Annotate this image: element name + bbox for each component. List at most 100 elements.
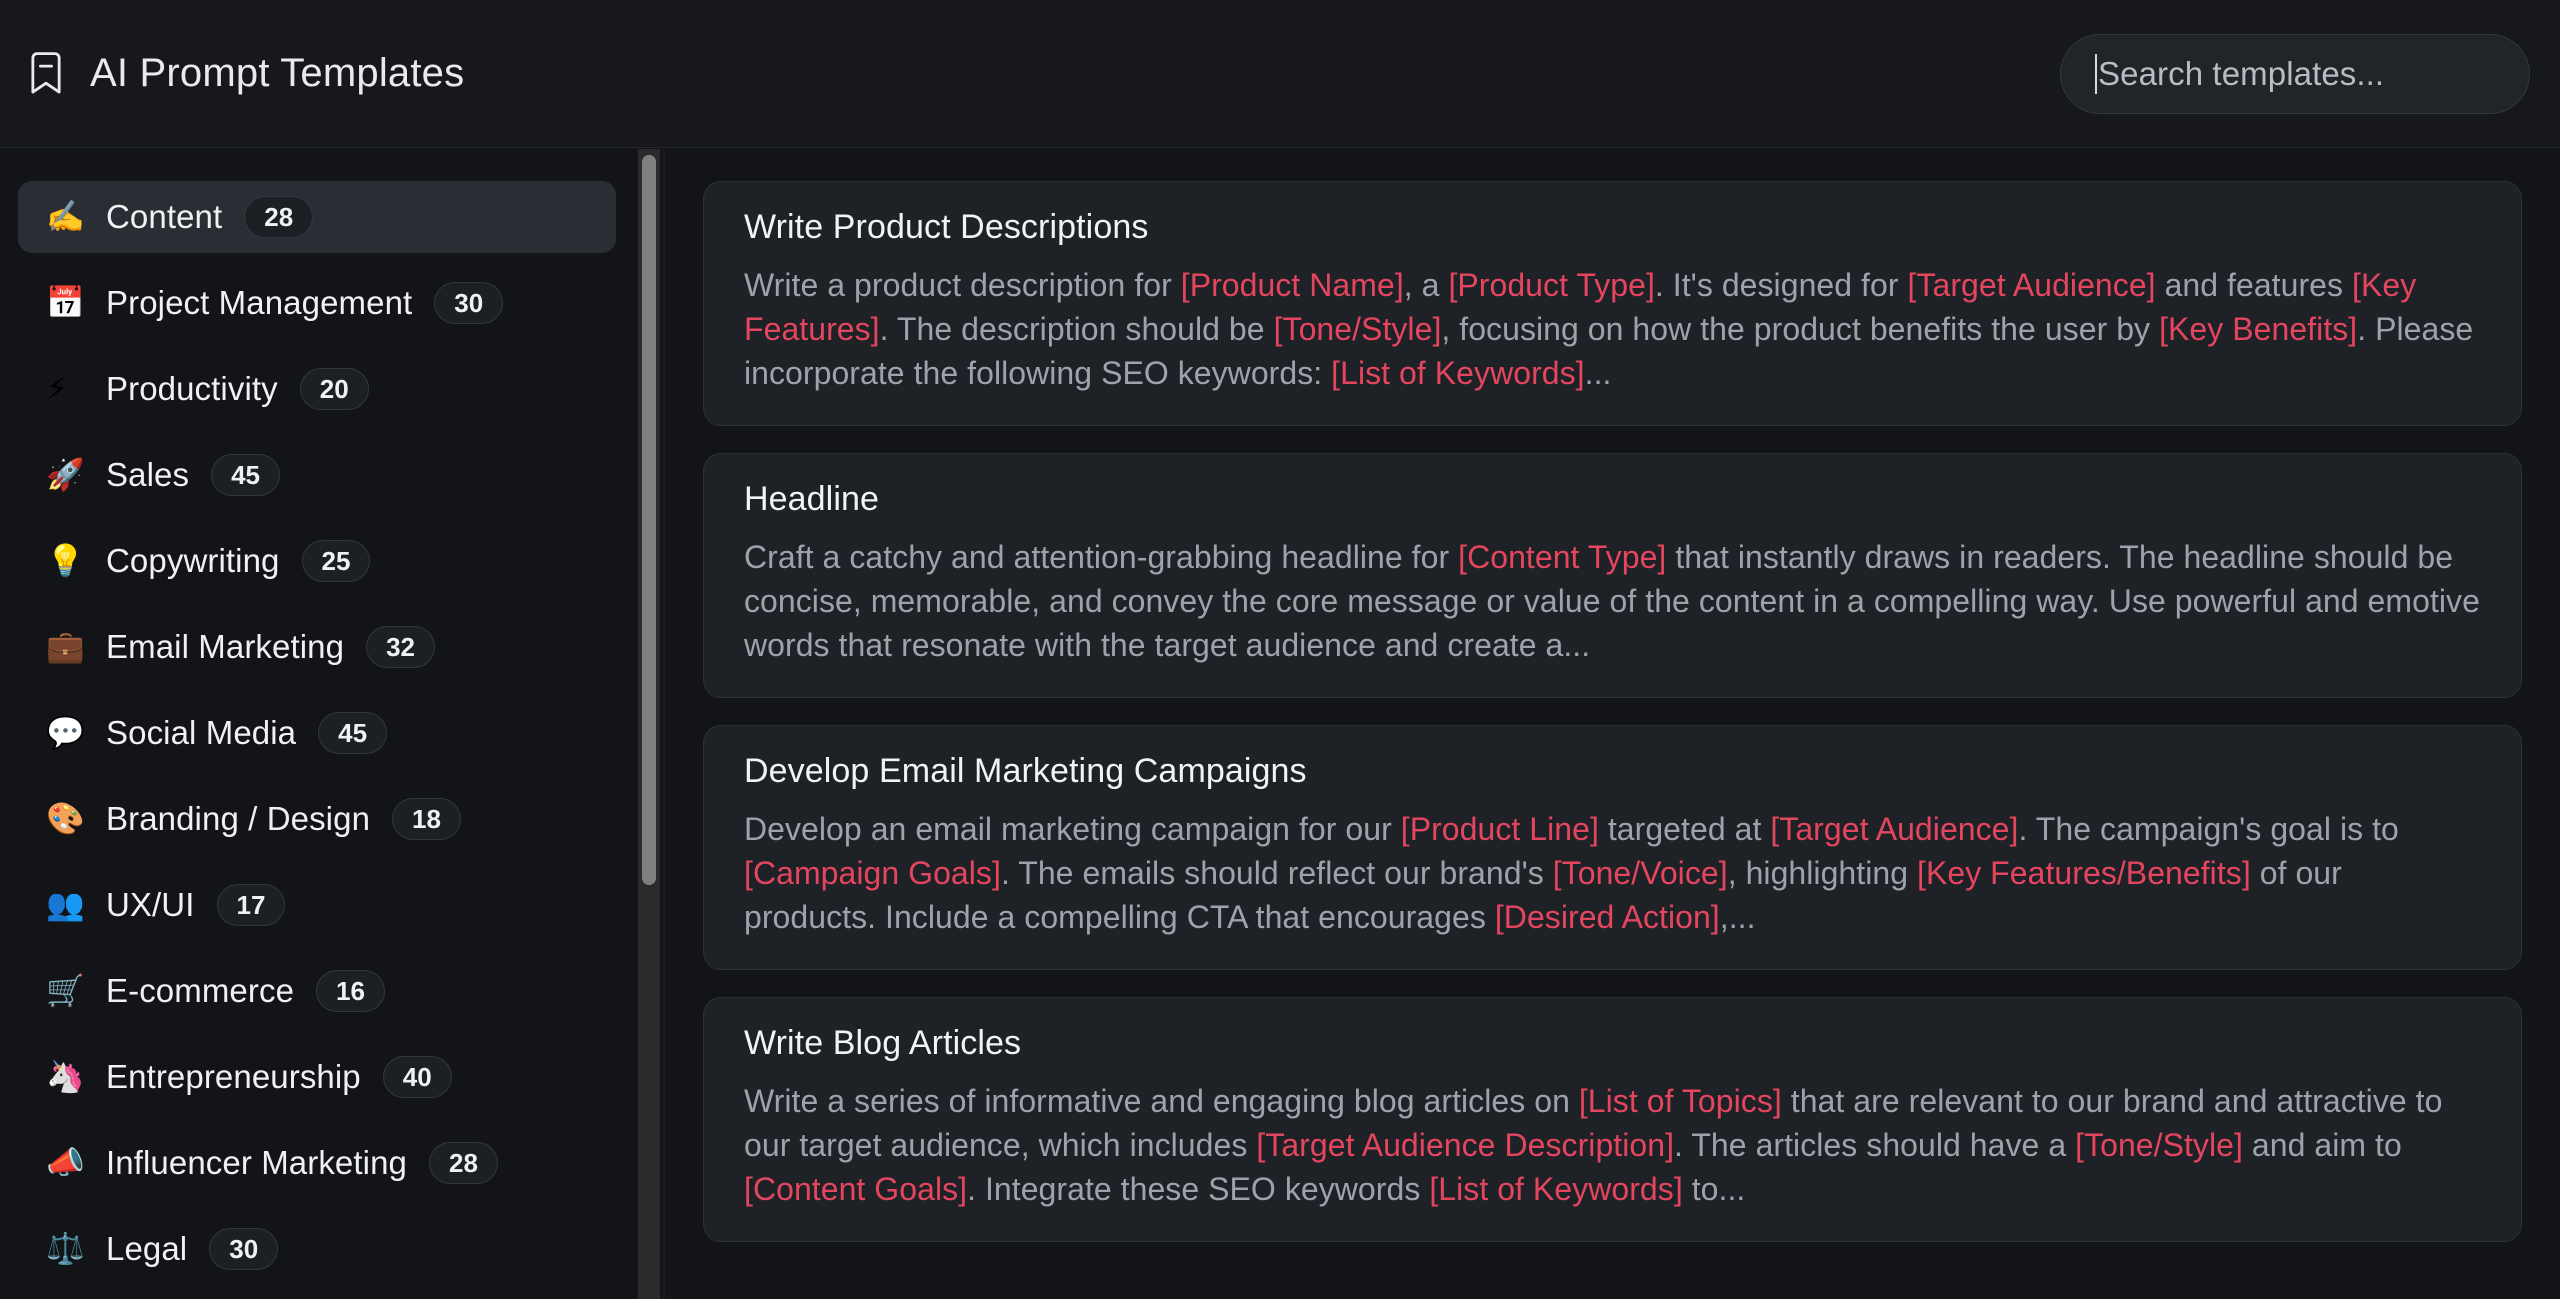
placeholder-token: [List of Keywords] (1429, 1171, 1683, 1207)
sidebar-item-label: UX/UI (106, 886, 195, 923)
placeholder-token: [Content Goals] (744, 1171, 968, 1207)
preview-text: . The articles should have a (1674, 1127, 2076, 1163)
template-list: Write Product Descriptions Write a produc… (665, 149, 2560, 1299)
preview-text: . The description should be (879, 311, 1274, 347)
unicorn-icon: 🦄 (46, 1058, 85, 1095)
sidebar-item-social-media[interactable]: 💬 Social Media 45 (18, 697, 616, 769)
template-card-title: Headline (744, 480, 880, 518)
sidebar-item-productivity[interactable]: ⚡ Productivity 20 (18, 353, 616, 425)
sidebar-item-content[interactable]: ✍️ Content 28 (18, 181, 616, 253)
placeholder-token: [List of Keywords] (1331, 355, 1585, 391)
sidebar-item-label: Email Marketing (106, 628, 345, 665)
brand: AI Prompt Templates (0, 51, 464, 97)
sidebar-item-count-badge: 20 (299, 368, 369, 410)
preview-text: ,... (1719, 899, 1756, 935)
page-title: AI Prompt Templates (90, 51, 465, 95)
sidebar-item-legal[interactable]: ⚖️ Legal 30 (18, 1213, 616, 1285)
sidebar-item-influencer-marketing[interactable]: 📣 Influencer Marketing 28 (18, 1127, 616, 1199)
preview-text: targeted at (1598, 811, 1771, 847)
sidebar-item-label: Project Management (106, 284, 413, 321)
preview-text: , a (1403, 267, 1449, 303)
sidebar-item-count-badge: 28 (244, 196, 314, 238)
preview-text: . The emails should reflect our brand's (1000, 855, 1553, 891)
busts-in-silhouette-icon: 👥 (46, 886, 85, 923)
preview-text: . It's designed for (1654, 267, 1908, 303)
template-card-title: Write Product Descriptions (744, 208, 1149, 246)
sidebar-item-label: Influencer Marketing (106, 1144, 407, 1181)
placeholder-token: [Content Type] (1458, 539, 1667, 575)
preview-text: . The campaign's goal is to (2018, 811, 2399, 847)
preview-text: Craft a catchy and attention-grabbing he… (744, 539, 1459, 575)
placeholder-token: [Campaign Goals] (744, 855, 1001, 891)
text-caret (2095, 53, 2097, 94)
sidebar-item-count-badge: 40 (382, 1056, 452, 1098)
sidebar-item-label: Branding / Design (106, 800, 371, 837)
placeholder-token: [Target Audience] (1907, 267, 2156, 303)
sidebar-item-label: E-commerce (106, 972, 295, 1009)
preview-text: and features (2155, 267, 2353, 303)
sidebar-item-ux-ui[interactable]: 👥 UX/UI 17 (18, 869, 616, 941)
sidebar-item-count-badge: 45 (318, 712, 388, 754)
sidebar-item-label: Productivity (106, 370, 278, 407)
template-card[interactable]: Write Blog Articles Write a series of inf… (703, 997, 2522, 1242)
placeholder-token: [Target Audience Description] (1256, 1127, 1675, 1163)
preview-text: Develop an email marketing campaign for … (744, 811, 1401, 847)
sidebar-item-project-management[interactable]: 📅 Project Management 30 (18, 267, 616, 339)
template-card[interactable]: Write Product Descriptions Write a produc… (703, 181, 2522, 426)
placeholder-token: [Desired Action] (1494, 899, 1720, 935)
placeholder-token: [Tone/Style] (1273, 311, 1442, 347)
search-input[interactable]: Search templates... (2060, 33, 2530, 114)
template-card-preview: Write a series of informative and engagi… (744, 1079, 2481, 1211)
body-area: ✍️ Content 28 📅 Project Management 30 ⚡ Product… (0, 149, 2560, 1299)
sidebar-item-count-badge: 17 (216, 884, 286, 926)
calendar-icon: 📅 (46, 284, 85, 321)
sidebar-item-branding-design[interactable]: 🎨 Branding / Design 18 (18, 783, 616, 855)
search-placeholder: Search templates... (2098, 54, 2385, 92)
sidebar-item-count-badge: 32 (366, 626, 435, 668)
sidebar-item-label: Sales (106, 456, 190, 493)
sidebar-item-count-badge: 30 (434, 282, 504, 324)
preview-text: ... (1584, 355, 1612, 391)
sidebar-item-label: Entrepreneurship (106, 1058, 361, 1095)
category-sidebar: ✍️ Content 28 📅 Project Management 30 ⚡ Product… (0, 149, 638, 1299)
sidebar-item-count-badge: 18 (392, 798, 461, 840)
artist-palette-icon: 🎨 (46, 800, 85, 837)
sidebar-item-label: Legal (106, 1230, 188, 1267)
placeholder-token: [Product Name] (1180, 267, 1404, 303)
sidebar-item-count-badge: 25 (301, 540, 371, 582)
placeholder-token: [List of Topics] (1578, 1083, 1782, 1119)
search-area: Search templates... (2060, 33, 2560, 114)
preview-text: to... (1682, 1171, 1746, 1207)
sidebar-item-e-commerce[interactable]: 🛒 E-commerce 16 (18, 955, 616, 1027)
sidebar-item-entrepreneurship[interactable]: 🦄 Entrepreneurship 40 (18, 1041, 616, 1113)
sidebar-item-label: Social Media (106, 714, 297, 751)
sidebar-item-count-badge: 45 (211, 454, 280, 496)
lightning-bolt-icon: ⚡ (46, 370, 68, 407)
speech-balloon-icon: 💬 (46, 714, 85, 751)
sidebar-scrollbar-track[interactable] (638, 149, 660, 1299)
sidebar-item-count-badge: 16 (316, 970, 385, 1012)
placeholder-token: [Key Features/Benefits] (1917, 855, 2251, 891)
template-card[interactable]: Headline Craft a catchy and attention-gra… (703, 453, 2522, 698)
preview-text: Write a series of informative and engagi… (744, 1083, 1579, 1119)
preview-text: and aim to (2242, 1127, 2402, 1163)
template-card[interactable]: Develop Email Marketing Campaigns Develop… (703, 725, 2522, 970)
preview-text: Write a product description for (744, 267, 1181, 303)
sidebar-item-email-marketing[interactable]: 💼 Email Marketing 32 (18, 611, 616, 683)
sidebar-item-sales[interactable]: 🚀 Sales 45 (18, 439, 616, 511)
megaphone-icon: 📣 (46, 1144, 85, 1181)
writing-hand-icon: ✍️ (46, 198, 85, 235)
placeholder-token: [Target Audience] (1770, 811, 2019, 847)
preview-text: , highlighting (1727, 855, 1918, 891)
template-card-preview: Write a product description for [Product… (744, 263, 2481, 395)
preview-text: . Integrate these SEO keywords (967, 1171, 1430, 1207)
template-card-preview: Develop an email marketing campaign for … (744, 807, 2481, 939)
placeholder-token: [Key Benefits] (2159, 311, 2358, 347)
sidebar-item-copywriting[interactable]: 💡 Copywriting 25 (18, 525, 616, 597)
sidebar-item-count-badge: 30 (209, 1228, 279, 1270)
template-card-preview: Craft a catchy and attention-grabbing he… (744, 535, 2481, 667)
balance-scale-icon: ⚖️ (46, 1230, 85, 1267)
app-header: AI Prompt Templates Search templates... (0, 0, 2560, 148)
briefcase-icon: 💼 (46, 628, 85, 665)
sidebar-scrollbar-thumb[interactable] (642, 155, 656, 885)
